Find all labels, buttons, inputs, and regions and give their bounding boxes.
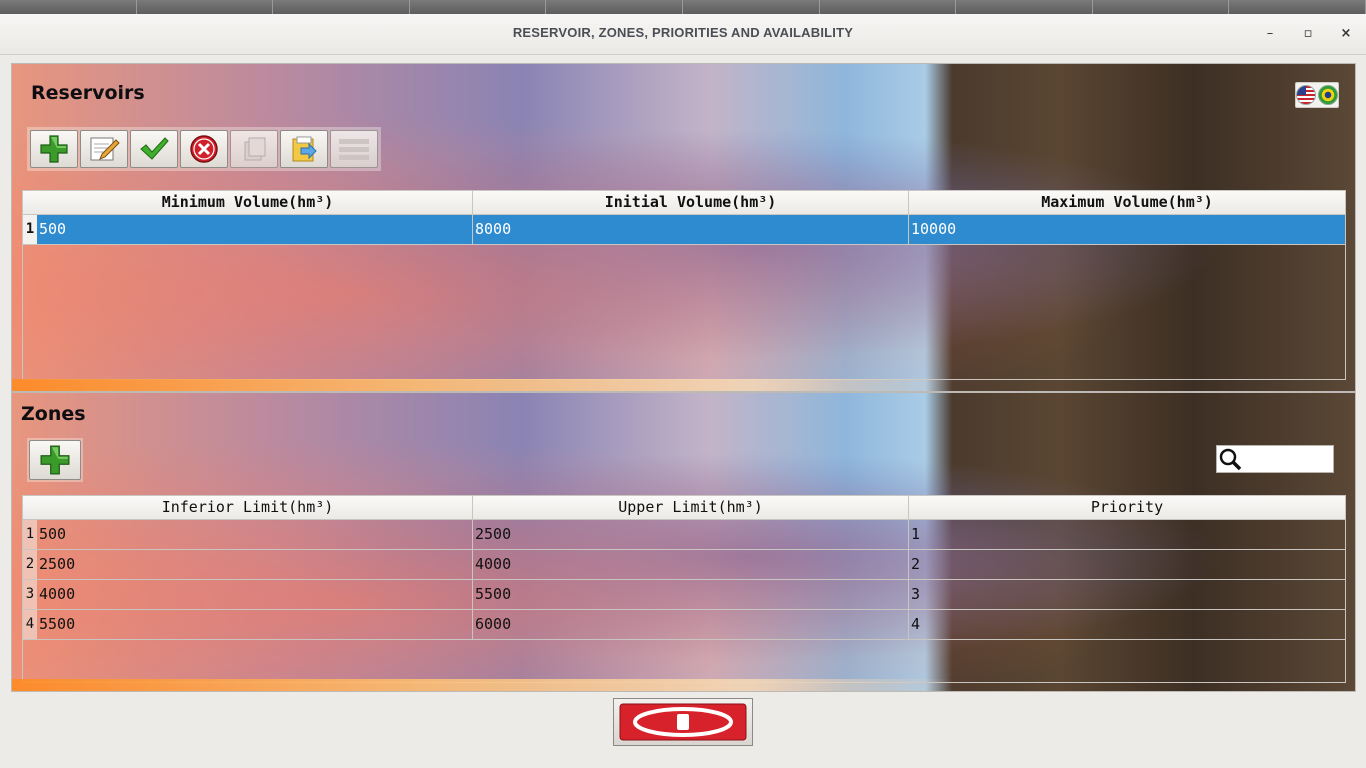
table-row[interactable]: 2 2500 4000 2 bbox=[23, 550, 1345, 580]
add-zone-button[interactable] bbox=[29, 440, 81, 480]
brazil-flag-icon[interactable] bbox=[1318, 85, 1338, 105]
table-cell[interactable]: 5500 bbox=[37, 610, 473, 639]
table-row[interactable]: 3 4000 5500 3 bbox=[23, 580, 1345, 610]
delete-button[interactable] bbox=[180, 130, 228, 168]
column-header[interactable]: Initial Volume(hm³) bbox=[473, 191, 909, 214]
table-row[interactable]: 1 500 2500 1 bbox=[23, 520, 1345, 550]
zones-panel: Zones Inferior Limit(hm³) Upper Limit(hm… bbox=[11, 392, 1356, 692]
row-number: 3 bbox=[23, 580, 37, 609]
reservoirs-table: Minimum Volume(hm³) Initial Volume(hm³) … bbox=[22, 190, 1346, 380]
reservoirs-table-header: Minimum Volume(hm³) Initial Volume(hm³) … bbox=[23, 191, 1345, 215]
close-button[interactable]: × bbox=[1334, 22, 1358, 46]
window-titlebar: RESERVOIR, ZONES, PRIORITIES AND AVAILAB… bbox=[0, 14, 1366, 55]
table-cell[interactable]: 5500 bbox=[473, 580, 909, 609]
table-row[interactable]: 4 5500 6000 4 bbox=[23, 610, 1345, 640]
table-cell[interactable]: 2500 bbox=[37, 550, 473, 579]
table-cell[interactable]: 6000 bbox=[473, 610, 909, 639]
search-icon bbox=[1217, 445, 1243, 473]
confirm-icon bbox=[140, 137, 169, 160]
zones-toolbar bbox=[27, 438, 83, 482]
confirm-button[interactable] bbox=[130, 130, 178, 168]
column-header[interactable]: Maximum Volume(hm³) bbox=[909, 191, 1345, 214]
taskbar-strip bbox=[0, 0, 1366, 14]
column-header[interactable]: Minimum Volume(hm³) bbox=[23, 191, 473, 214]
search-input[interactable] bbox=[1243, 446, 1333, 472]
table-row[interactable]: 1 500 8000 10000 bbox=[23, 215, 1345, 245]
export-icon bbox=[292, 136, 317, 162]
maximize-button[interactable]: ▫ bbox=[1296, 22, 1320, 46]
table-cell[interactable]: 2500 bbox=[473, 520, 909, 549]
menu-button[interactable] bbox=[330, 130, 378, 168]
row-number: 1 bbox=[23, 215, 37, 244]
us-flag-icon[interactable] bbox=[1296, 85, 1316, 105]
table-cell[interactable]: 4 bbox=[909, 610, 1345, 639]
table-cell[interactable]: 500 bbox=[37, 520, 473, 549]
column-header[interactable]: Upper Limit(hm³) bbox=[473, 496, 909, 519]
zones-table: Inferior Limit(hm³) Upper Limit(hm³) Pri… bbox=[22, 495, 1346, 683]
table-cell[interactable]: 500 bbox=[37, 215, 473, 244]
copy-icon bbox=[244, 137, 266, 161]
export-button[interactable] bbox=[280, 130, 328, 168]
row-number: 2 bbox=[23, 550, 37, 579]
column-header[interactable]: Priority bbox=[909, 496, 1345, 519]
reservoirs-toolbar bbox=[27, 127, 381, 171]
add-reservoir-button[interactable] bbox=[30, 130, 78, 168]
row-number: 4 bbox=[23, 610, 37, 639]
edit-icon bbox=[90, 137, 120, 161]
add-icon bbox=[40, 445, 70, 475]
language-switcher[interactable] bbox=[1295, 82, 1339, 108]
table-cell[interactable]: 4000 bbox=[37, 580, 473, 609]
column-header[interactable]: Inferior Limit(hm³) bbox=[23, 496, 473, 519]
delete-icon bbox=[190, 135, 218, 163]
table-cell[interactable]: 10000 bbox=[909, 215, 1345, 244]
zones-title: Zones bbox=[21, 403, 86, 425]
copy-button[interactable] bbox=[230, 130, 278, 168]
window-title: RESERVOIR, ZONES, PRIORITIES AND AVAILAB… bbox=[512, 25, 854, 40]
table-cell[interactable]: 4000 bbox=[473, 550, 909, 579]
reservoirs-title: Reservoirs bbox=[31, 82, 145, 104]
table-cell[interactable]: 8000 bbox=[473, 215, 909, 244]
add-icon bbox=[40, 135, 68, 163]
row-number: 1 bbox=[23, 520, 37, 549]
exit-icon bbox=[619, 703, 747, 741]
table-cell[interactable]: 3 bbox=[909, 580, 1345, 609]
zones-search[interactable] bbox=[1216, 445, 1334, 473]
reservoirs-panel: Reservoirs Minimum Volume(hm³) Initial V… bbox=[11, 63, 1356, 392]
minimize-button[interactable]: – bbox=[1258, 22, 1282, 46]
edit-button[interactable] bbox=[80, 130, 128, 168]
menu-icon bbox=[339, 139, 369, 160]
zones-table-header: Inferior Limit(hm³) Upper Limit(hm³) Pri… bbox=[23, 496, 1345, 520]
exit-button[interactable] bbox=[613, 698, 753, 746]
table-cell[interactable]: 1 bbox=[909, 520, 1345, 549]
table-cell[interactable]: 2 bbox=[909, 550, 1345, 579]
